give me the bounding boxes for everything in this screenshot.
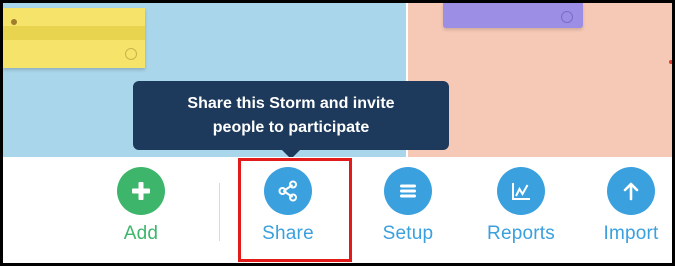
red-marker	[669, 60, 672, 64]
setup-button-label: Setup	[382, 223, 434, 244]
setup-button-circle[interactable]	[384, 167, 432, 215]
sticky-note-stripe	[3, 26, 145, 40]
arrow-up-icon	[623, 182, 639, 201]
add-button-circle[interactable]	[117, 167, 165, 215]
share-highlight-box	[238, 158, 352, 262]
reports-button[interactable]: Reports	[476, 167, 566, 245]
bottom-toolbar: Add Share Setup Reports Import	[3, 157, 672, 263]
add-button[interactable]: Add	[96, 167, 186, 245]
plus-icon	[132, 182, 150, 200]
tooltip-line-1: Share this Storm and invite	[187, 95, 395, 112]
check-circle-icon[interactable]	[125, 48, 137, 60]
add-button-label: Add	[123, 223, 159, 244]
setup-button[interactable]: Setup	[363, 167, 453, 245]
tooltip-line-2: people to participate	[212, 119, 370, 136]
menu-lines-icon	[400, 184, 416, 198]
check-circle-icon[interactable]	[561, 11, 573, 23]
import-button-circle[interactable]	[607, 167, 655, 215]
reports-button-circle[interactable]	[497, 167, 545, 215]
sticky-note-yellow[interactable]	[3, 8, 145, 68]
import-button[interactable]: Import	[586, 167, 672, 245]
reports-button-label: Reports	[487, 223, 555, 244]
share-tooltip: Share this Storm and invite people to pa…	[133, 81, 449, 150]
sticky-note-dot	[11, 19, 17, 25]
sticky-note-purple[interactable]	[443, 3, 583, 28]
screenshot-frame: Share this Storm and invite people to pa…	[0, 0, 675, 266]
chart-icon	[512, 183, 530, 200]
toolbar-separator	[219, 183, 220, 241]
import-button-label: Import	[603, 223, 659, 244]
